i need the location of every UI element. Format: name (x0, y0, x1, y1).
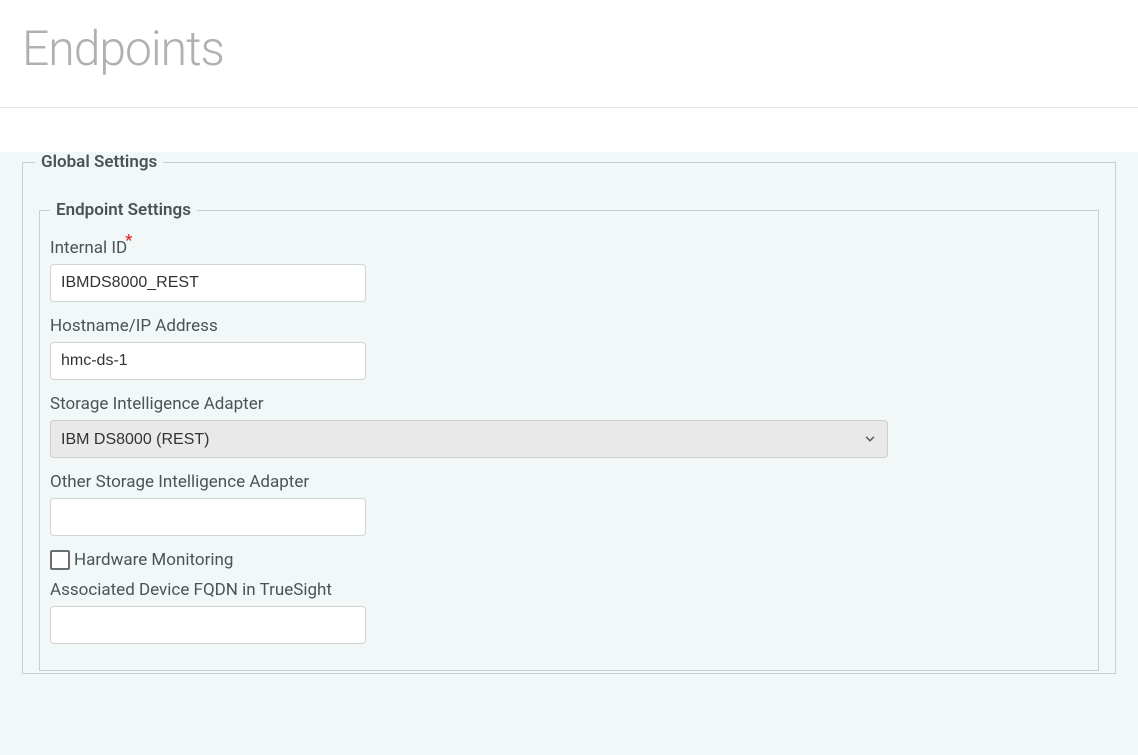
assoc-fqdn-group: Associated Device FQDN in TrueSight (48, 580, 1090, 644)
required-asterisk: * (125, 231, 132, 251)
adapter-label: Storage Intelligence Adapter (50, 394, 264, 414)
internal-id-input[interactable] (50, 264, 366, 302)
endpoint-settings-legend: Endpoint Settings (50, 200, 197, 220)
hw-monitoring-row: Hardware Monitoring (48, 550, 1090, 570)
hw-monitoring-label: Hardware Monitoring (74, 550, 233, 570)
other-adapter-input[interactable] (50, 498, 366, 536)
hostname-group: Hostname/IP Address (48, 316, 1090, 380)
internal-id-label-text: Internal ID (50, 238, 127, 258)
assoc-fqdn-input[interactable] (50, 606, 366, 644)
other-adapter-group: Other Storage Intelligence Adapter (48, 472, 1090, 536)
internal-id-label: Internal ID* (50, 238, 132, 258)
global-settings-legend: Global Settings (35, 152, 163, 172)
endpoint-settings-fieldset: Endpoint Settings Internal ID* Hostname/… (39, 200, 1099, 671)
adapter-group: Storage Intelligence Adapter IBM DS8000 … (48, 394, 1090, 458)
global-settings-fieldset: Global Settings Endpoint Settings Intern… (22, 152, 1116, 674)
hw-monitoring-checkbox[interactable] (50, 550, 70, 570)
other-adapter-label: Other Storage Intelligence Adapter (50, 472, 309, 492)
hostname-input[interactable] (50, 342, 366, 380)
adapter-select[interactable]: IBM DS8000 (REST) (50, 420, 888, 458)
internal-id-group: Internal ID* (48, 238, 1090, 302)
content-region: Global Settings Endpoint Settings Intern… (0, 152, 1138, 755)
assoc-fqdn-label: Associated Device FQDN in TrueSight (50, 580, 332, 600)
header-region: Endpoints (0, 0, 1138, 108)
hostname-label: Hostname/IP Address (50, 316, 218, 336)
page-title: Endpoints (22, 20, 1116, 77)
